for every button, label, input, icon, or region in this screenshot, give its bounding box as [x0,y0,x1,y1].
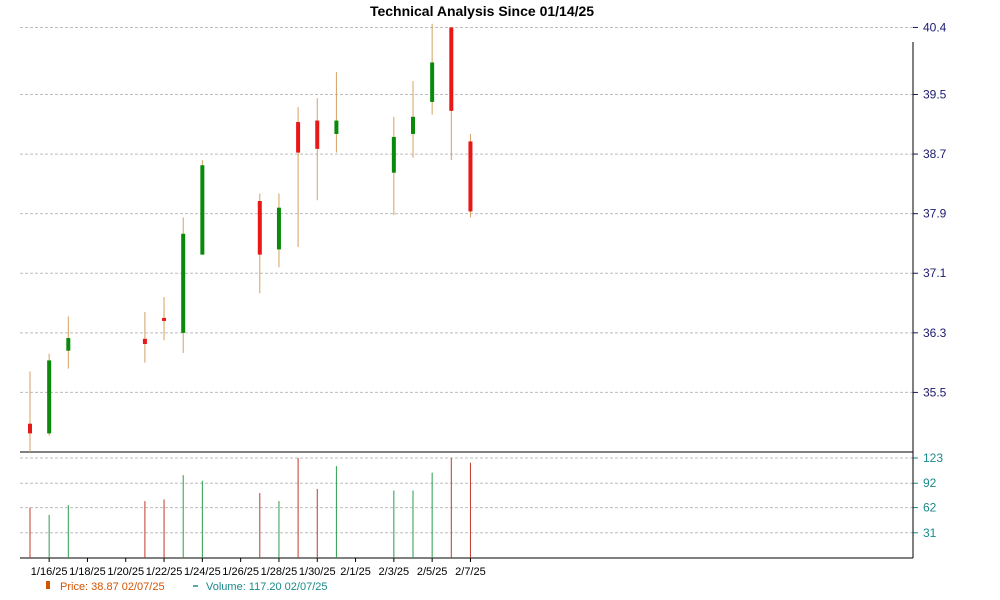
price-tick-label: 37.9 [923,207,947,221]
date-tick-label: 1/20/25 [107,566,144,578]
volume-tick-label: 92 [923,476,937,490]
volume-tick-label: 123 [923,451,943,465]
date-tick-label: 1/28/25 [261,566,298,578]
candle-body [47,360,52,434]
candle-body [142,338,147,344]
price-tick-label: 38.7 [923,147,947,161]
chart-title: Technical Analysis Since 01/14/25 [370,3,594,19]
legend-price-swatch [46,581,50,589]
date-tick-label: 2/3/25 [379,566,410,578]
candle-body [66,338,71,351]
candle-body [411,116,415,134]
date-tick-label: 1/24/25 [184,566,221,578]
candle-body [181,233,186,333]
date-tick-label: 2/1/25 [340,566,371,578]
price-tick-label: 39.5 [923,87,947,101]
candle-body [334,120,339,134]
legend: Price: 38.87 02/07/25 Volume: 117.20 02/… [46,581,328,593]
legend-price-label: Price: 38.87 02/07/25 [60,581,165,593]
date-tick-label: 1/26/25 [222,566,259,578]
candle-body [468,141,473,212]
date-tick-label: 1/30/25 [299,566,336,578]
date-tick-label: 1/22/25 [146,566,183,578]
candle-body [449,27,454,111]
date-tick-label: 1/18/25 [69,566,106,578]
date-tick-label: 2/5/25 [417,566,448,578]
price-tick-label: 40.4 [923,20,947,34]
technical-analysis-chart: Technical Analysis Since 01/14/25 35.5 36… [20,3,947,593]
price-tick-label: 37.1 [923,266,947,280]
candle-body [315,120,320,149]
legend-volume-label: Volume: 117.20 02/07/25 [206,581,328,593]
price-axis-ticks: 35.5 36.3 37.1 37.9 38.7 39.5 40.4 [923,20,947,399]
candle-body [28,423,32,434]
candle-body [430,62,435,102]
date-tick-label: 2/7/25 [455,566,486,578]
date-axis-ticks: 1/16/25 1/18/25 1/20/25 1/22/25 1/24/25 1/26/… [31,566,486,578]
axes [20,26,918,562]
candle-body [276,207,281,250]
volume-tick-label: 62 [923,501,937,515]
date-tick-label: 1/16/25 [31,566,68,578]
price-tick-label: 35.5 [923,385,947,399]
volume-axis-ticks: 31 62 92 123 [923,451,943,540]
candle-body [200,165,205,255]
volume-tick-label: 31 [923,526,937,540]
candle-body [296,122,301,153]
grid-lines [20,26,913,534]
price-candles [28,23,473,452]
candle-body [162,317,167,321]
candle-body [391,136,396,173]
price-tick-label: 36.3 [923,326,947,340]
candle-body [257,200,262,255]
